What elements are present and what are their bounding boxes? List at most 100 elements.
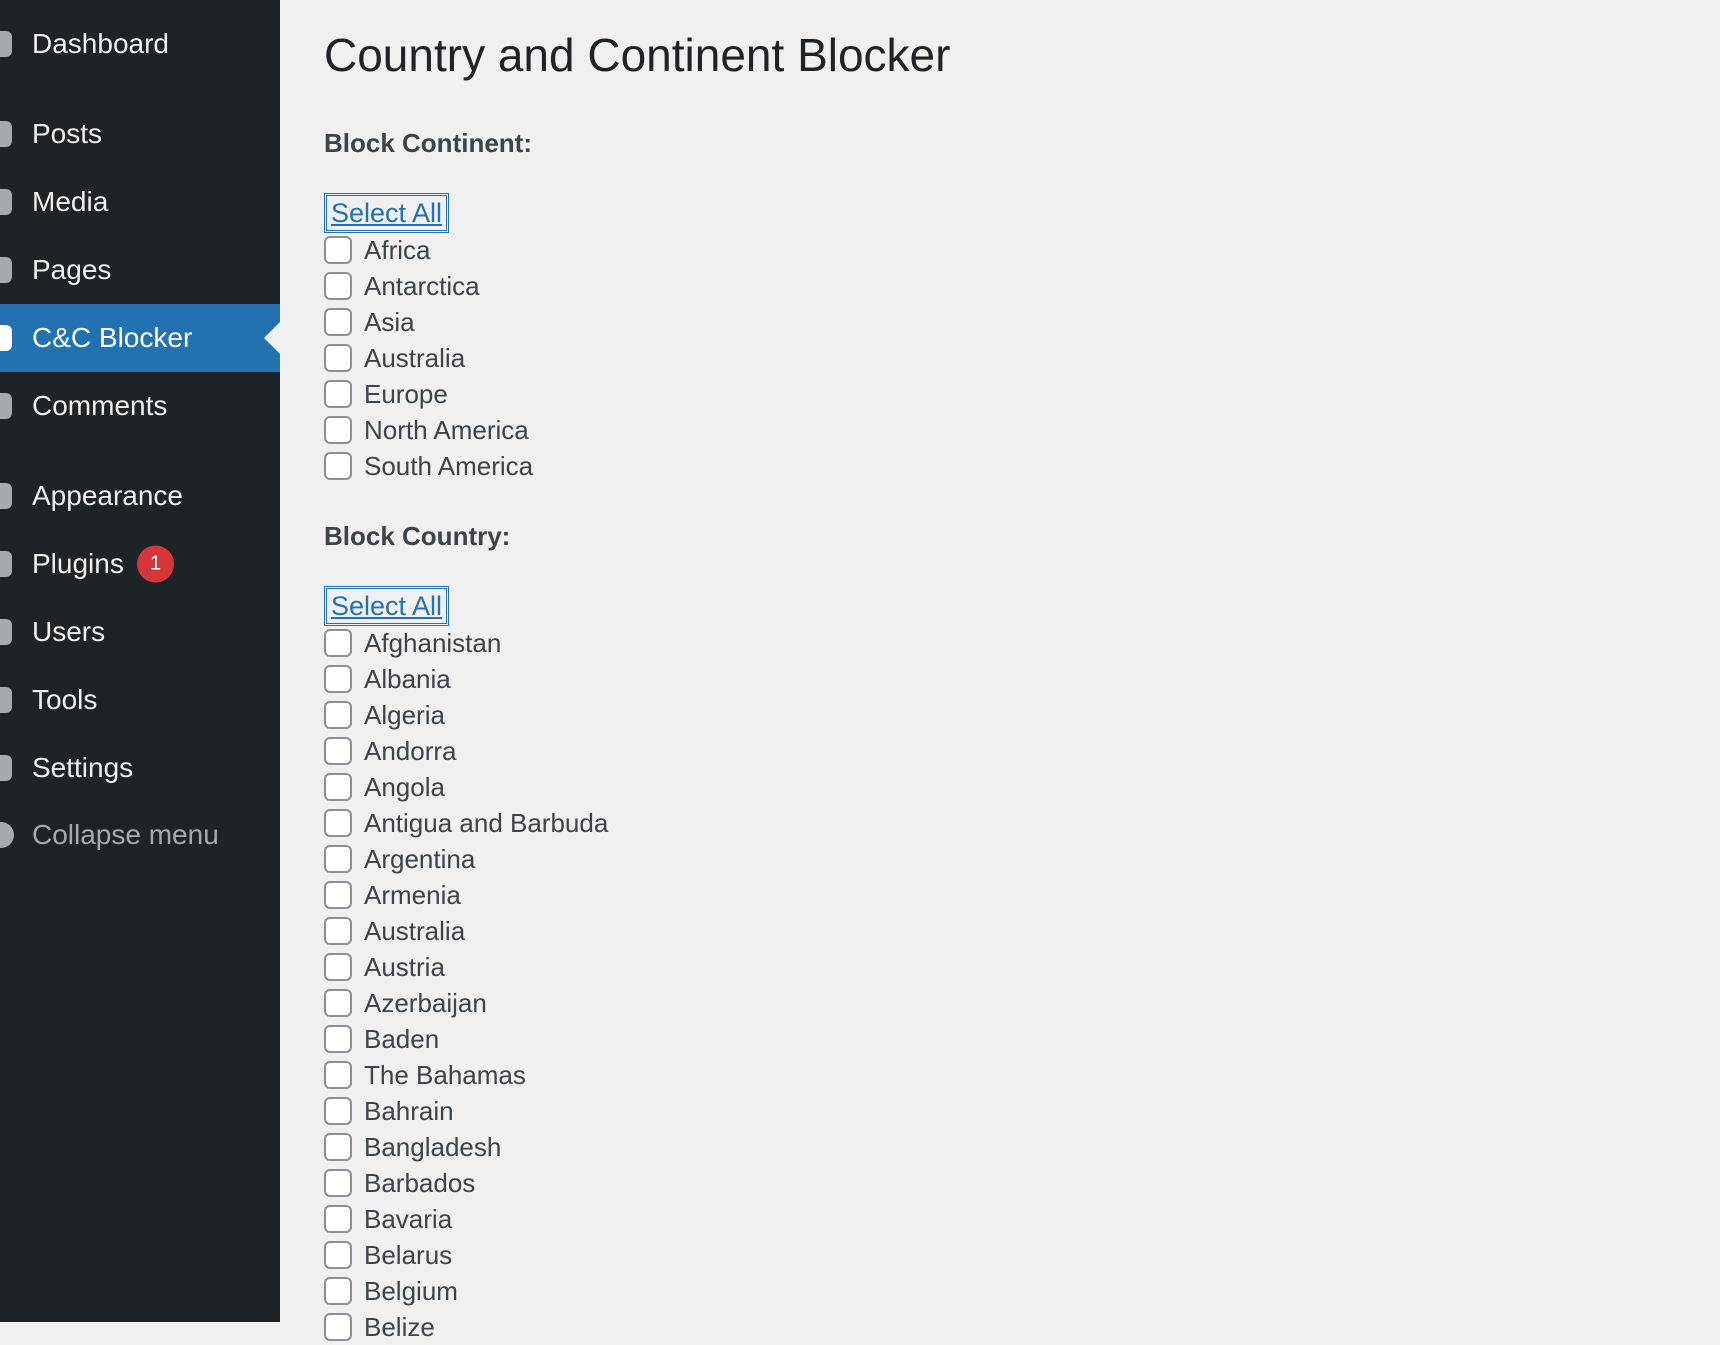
plugin-menu-icon	[0, 325, 12, 351]
menu-item-appearance[interactable]: Appearance	[0, 462, 280, 530]
select-all-countries-button[interactable]: Select All	[324, 586, 450, 626]
country-option[interactable]: Belgium	[324, 1273, 608, 1309]
country-label: Belgium	[364, 1275, 458, 1306]
user-icon	[0, 619, 12, 645]
country-option[interactable]: Armenia	[324, 877, 608, 913]
country-option[interactable]: Bahrain	[324, 1093, 608, 1129]
country-label: Argentina	[364, 843, 476, 874]
continent-checkbox[interactable]	[324, 272, 352, 300]
page-icon	[0, 257, 12, 283]
continent-option[interactable]: South America	[324, 448, 533, 484]
country-option[interactable]: Belize	[324, 1309, 608, 1345]
country-checkbox[interactable]	[324, 665, 352, 693]
country-label: Antigua and Barbuda	[364, 807, 609, 838]
comment-icon	[0, 393, 12, 419]
menu-item-comments[interactable]: Comments	[0, 372, 280, 440]
country-checkbox[interactable]	[324, 773, 352, 801]
menu-item-posts[interactable]: Posts	[0, 100, 280, 168]
country-checkbox[interactable]	[324, 1061, 352, 1089]
country-option[interactable]: Algeria	[324, 697, 608, 733]
country-checkbox[interactable]	[324, 953, 352, 981]
select-all-continents-button[interactable]: Select All	[324, 193, 450, 233]
country-checkbox[interactable]	[324, 1097, 352, 1125]
continent-checkbox[interactable]	[324, 452, 352, 480]
country-checkbox[interactable]	[324, 845, 352, 873]
continent-option[interactable]: North America	[324, 412, 533, 448]
country-option[interactable]: Baden	[324, 1021, 608, 1057]
country-checkbox[interactable]	[324, 629, 352, 657]
continent-option[interactable]: Africa	[324, 232, 533, 268]
country-checkbox[interactable]	[324, 1313, 352, 1341]
country-option[interactable]: Antigua and Barbuda	[324, 805, 608, 841]
country-option[interactable]: Afghanistan	[324, 625, 608, 661]
collapse-menu-button[interactable]: Collapse menu	[0, 801, 280, 869]
continent-checkbox[interactable]	[324, 236, 352, 264]
menu-item-label: Pages	[32, 254, 112, 285]
country-option[interactable]: Azerbaijan	[324, 985, 608, 1021]
country-checkbox[interactable]	[324, 917, 352, 945]
continent-option[interactable]: Europe	[324, 376, 533, 412]
update-count-badge: 1	[137, 545, 174, 583]
country-option[interactable]: The Bahamas	[324, 1057, 608, 1093]
country-option[interactable]: Albania	[324, 661, 608, 697]
continent-option[interactable]: Asia	[324, 304, 533, 340]
country-label: Australia	[364, 915, 466, 946]
continent-label: Australia	[364, 342, 466, 373]
country-label: Baden	[364, 1023, 440, 1054]
menu-item-plugins[interactable]: Plugins 1	[0, 530, 280, 598]
menu-item-label: Users	[32, 616, 106, 647]
country-option[interactable]: Austria	[324, 949, 608, 985]
country-option[interactable]: Belarus	[324, 1237, 608, 1273]
menu-item-cc-blocker[interactable]: C&C Blocker	[0, 304, 280, 372]
country-label: Bavaria	[364, 1203, 453, 1234]
media-icon	[0, 189, 12, 215]
country-label: Bangladesh	[364, 1131, 502, 1162]
menu-item-label: Tools	[32, 684, 98, 715]
country-option[interactable]: Argentina	[324, 841, 608, 877]
country-checkbox[interactable]	[324, 737, 352, 765]
continent-label: Africa	[364, 234, 431, 265]
admin-sidebar: Dashboard Posts Media Pages C&C Blocker …	[0, 0, 280, 1322]
menu-item-media[interactable]: Media	[0, 168, 280, 236]
menu-item-dashboard[interactable]: Dashboard	[0, 10, 280, 78]
menu-item-label: C&C Blocker	[32, 322, 193, 353]
country-option[interactable]: Australia	[324, 913, 608, 949]
country-option[interactable]: Angola	[324, 769, 608, 805]
country-checkbox[interactable]	[324, 1205, 352, 1233]
country-checkbox[interactable]	[324, 809, 352, 837]
dashboard-icon	[0, 31, 12, 57]
menu-item-users[interactable]: Users	[0, 598, 280, 666]
continent-option[interactable]: Australia	[324, 340, 533, 376]
menu-item-label: Settings	[32, 752, 134, 783]
country-checkbox[interactable]	[324, 1241, 352, 1269]
menu-item-label: Posts	[32, 118, 103, 149]
menu-item-label: Dashboard	[32, 28, 169, 59]
continent-option[interactable]: Antarctica	[324, 268, 533, 304]
country-checkbox[interactable]	[324, 701, 352, 729]
country-option[interactable]: Barbados	[324, 1165, 608, 1201]
country-label: Andorra	[364, 735, 457, 766]
block-country-heading: Block Country:	[324, 521, 511, 551]
menu-item-tools[interactable]: Tools	[0, 666, 280, 734]
country-option[interactable]: Bavaria	[324, 1201, 608, 1237]
country-label: Belize	[364, 1311, 435, 1342]
continent-checkbox[interactable]	[324, 344, 352, 372]
country-checkbox[interactable]	[324, 989, 352, 1017]
menu-item-settings[interactable]: Settings	[0, 734, 280, 802]
country-checkbox[interactable]	[324, 881, 352, 909]
country-checkbox[interactable]	[324, 1277, 352, 1305]
country-checkbox[interactable]	[324, 1025, 352, 1053]
country-option[interactable]: Bangladesh	[324, 1129, 608, 1165]
continent-label: North America	[364, 414, 529, 445]
continent-label: South America	[364, 450, 534, 481]
country-option[interactable]: Andorra	[324, 733, 608, 769]
continent-checkbox[interactable]	[324, 308, 352, 336]
menu-item-pages[interactable]: Pages	[0, 236, 280, 304]
continent-checkbox[interactable]	[324, 416, 352, 444]
country-checkbox[interactable]	[324, 1169, 352, 1197]
continent-label: Asia	[364, 306, 415, 337]
country-checkbox[interactable]	[324, 1133, 352, 1161]
continent-checkbox[interactable]	[324, 380, 352, 408]
wrench-icon	[0, 687, 12, 713]
plug-icon	[0, 551, 12, 577]
